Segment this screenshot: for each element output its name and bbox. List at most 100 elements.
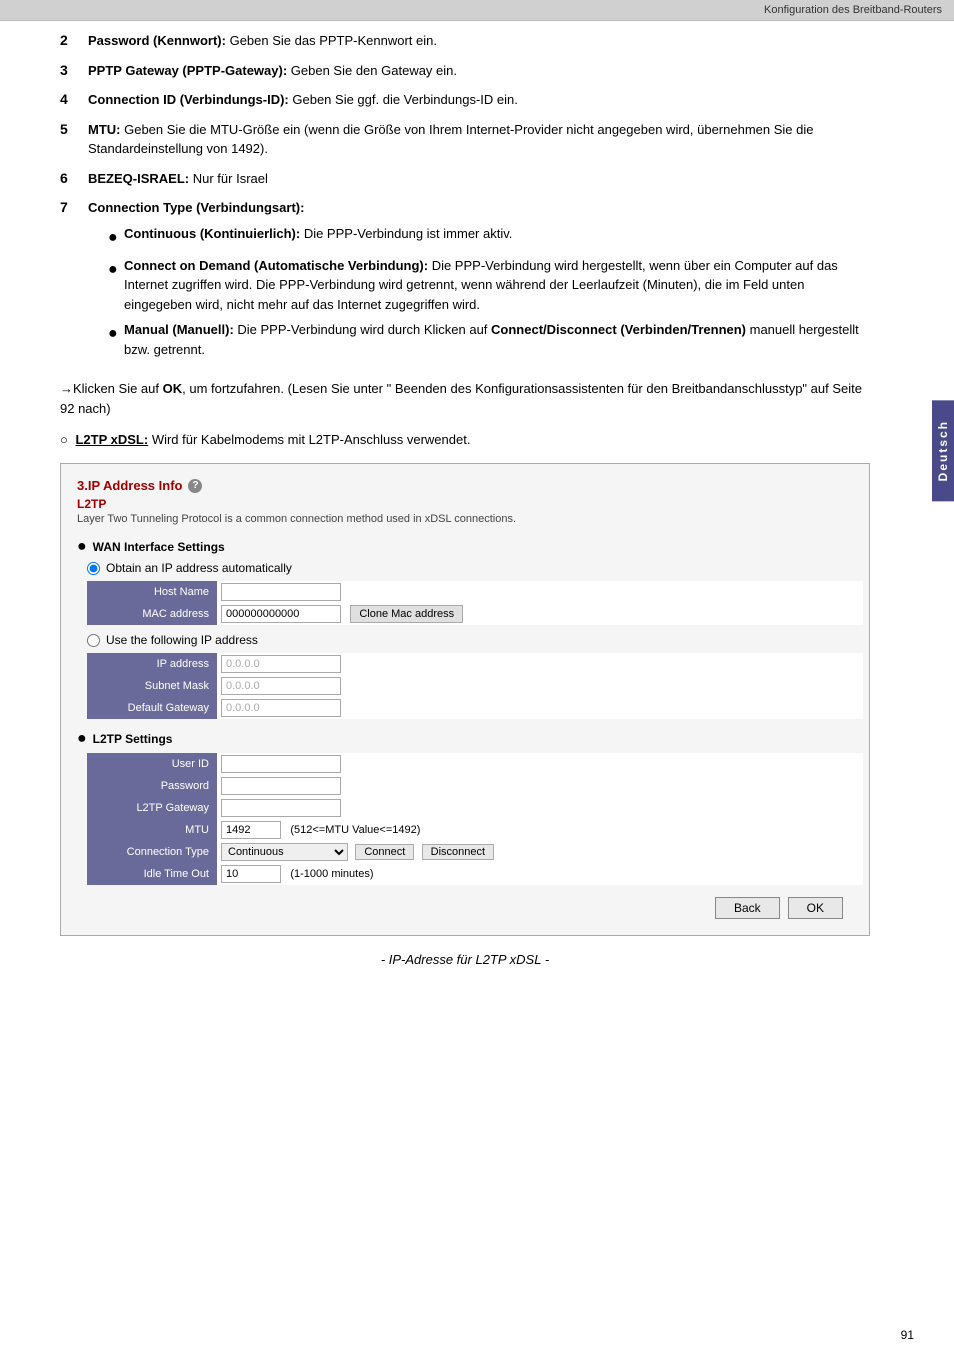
table-row-ip: IP address	[87, 653, 863, 675]
bullet-item-2: ● Connect on Demand (Automatische Verbin…	[108, 256, 870, 315]
connect-button[interactable]: Connect	[355, 844, 414, 860]
item-label-4: Connection ID (Verbindungs-ID):	[88, 92, 289, 107]
item-number-6: 6	[60, 169, 88, 186]
bullet-label-2: Connect on Demand (Automatische Verbindu…	[124, 258, 428, 273]
mtu-input[interactable]	[221, 821, 281, 839]
caption: - IP-Adresse für L2TP xDSL -	[60, 952, 870, 967]
radio-manual[interactable]	[87, 634, 100, 647]
l2tp-gateway-input-cell	[217, 797, 863, 819]
gateway-label: Default Gateway	[87, 697, 217, 719]
l2tp-bullet-icon: ●	[77, 731, 87, 747]
list-item-5: 5 MTU: Geben Sie die MTU-Größe ein (wenn…	[60, 120, 870, 159]
radio-auto-row: Obtain an IP address automatically	[87, 561, 853, 575]
header-bar: Konfiguration des Breitband-Routers	[0, 0, 954, 21]
idle-input[interactable]	[221, 865, 281, 883]
idle-hint: (1-1000 minutes)	[290, 868, 373, 880]
subnet-label: Subnet Mask	[87, 675, 217, 697]
idle-label: Idle Time Out	[87, 863, 217, 885]
connection-type-cell: Continuous Connect on Demand Manual Conn…	[217, 841, 863, 863]
subnet-input[interactable]	[221, 677, 341, 695]
question-icon[interactable]: ?	[188, 479, 202, 493]
clone-mac-button[interactable]: Clone Mac address	[350, 605, 463, 623]
wan-bullet-icon: ●	[77, 539, 87, 555]
item-content-5: MTU: Geben Sie die MTU-Größe ein (wenn d…	[88, 120, 870, 159]
mac-input[interactable]	[221, 605, 341, 623]
item-number-2: 2	[60, 31, 88, 48]
bullet-text-2: Connect on Demand (Automatische Verbindu…	[124, 256, 870, 315]
page-number: 91	[901, 1328, 914, 1342]
item-content-2: Password (Kennwort): Geben Sie das PPTP-…	[88, 31, 870, 51]
bottom-buttons: Back OK	[77, 897, 853, 919]
table-row-mtu: MTU (512<=MTU Value<=1492)	[87, 819, 863, 841]
l2tp-gateway-label: L2TP Gateway	[87, 797, 217, 819]
item-number-5: 5	[60, 120, 88, 137]
item-label-6: BEZEQ-ISRAEL:	[88, 171, 189, 186]
manual-fields-table: IP address Subnet Mask Default Gateway	[87, 653, 863, 719]
item-content-6: BEZEQ-ISRAEL: Nur für Israel	[88, 169, 870, 189]
bullet-dot-1: ●	[108, 226, 124, 250]
ip-input-cell	[217, 653, 863, 675]
ok-button[interactable]: OK	[788, 897, 843, 919]
item-content-7: Connection Type (Verbindungsart): ● Cont…	[88, 198, 870, 365]
password-input[interactable]	[221, 777, 341, 795]
l2tp-gateway-input[interactable]	[221, 799, 341, 817]
list-item-7: 7 Connection Type (Verbindungsart): ● Co…	[60, 198, 870, 365]
table-row-idle: Idle Time Out (1-1000 minutes)	[87, 863, 863, 885]
connection-type-select[interactable]: Continuous Connect on Demand Manual	[221, 843, 348, 861]
l2tp-settings-title: ● L2TP Settings	[77, 731, 853, 747]
password-input-cell	[217, 775, 863, 797]
userid-input[interactable]	[221, 755, 341, 773]
list-item-3: 3 PPTP Gateway (PPTP-Gateway): Geben Sie…	[60, 61, 870, 81]
config-box: 3.IP Address Info ? L2TP Layer Two Tunne…	[60, 463, 870, 936]
item-number-3: 3	[60, 61, 88, 78]
hostname-input-cell	[217, 581, 863, 603]
radio-manual-row: Use the following IP address	[87, 633, 853, 647]
item-label-3: PPTP Gateway (PPTP-Gateway):	[88, 63, 287, 78]
sidebar-tab: Deutsch	[932, 400, 954, 501]
l2tp-fields-table: User ID Password L2TP Gateway	[87, 753, 863, 885]
list-item-2: 2 Password (Kennwort): Geben Sie das PPT…	[60, 31, 870, 51]
back-button[interactable]: Back	[715, 897, 780, 919]
hostname-input[interactable]	[221, 583, 341, 601]
l2tp-heading-line: ○ L2TP xDSL: Wird für Kabelmodems mit L2…	[60, 432, 870, 447]
bullet-dot-3: ●	[108, 322, 124, 346]
gateway-input[interactable]	[221, 699, 341, 717]
bullet-text-1: Continuous (Kontinuierlich): Die PPP-Ver…	[124, 224, 512, 244]
ip-input[interactable]	[221, 655, 341, 673]
item-label-2: Password (Kennwort):	[88, 33, 226, 48]
list-item-4: 4 Connection ID (Verbindungs-ID): Geben …	[60, 90, 870, 110]
userid-input-cell	[217, 753, 863, 775]
mtu-input-cell: (512<=MTU Value<=1492)	[217, 819, 863, 841]
config-section-title: 3.IP Address Info ?	[77, 478, 853, 493]
radio-auto-label: Obtain an IP address automatically	[106, 561, 292, 575]
disconnect-button[interactable]: Disconnect	[422, 844, 494, 860]
item-label-5: MTU:	[88, 122, 121, 137]
hostname-label: Host Name	[87, 581, 217, 603]
mac-input-cell: Clone Mac address	[217, 603, 863, 625]
main-content: 2 Password (Kennwort): Geben Sie das PPT…	[0, 21, 930, 987]
table-row-connection-type: Connection Type Continuous Connect on De…	[87, 841, 863, 863]
arrow-note-bold: OK	[163, 381, 183, 396]
bullet-text-3: Manual (Manuell): Die PPP-Verbindung wir…	[124, 320, 870, 359]
item-content-4: Connection ID (Verbindungs-ID): Geben Si…	[88, 90, 870, 110]
idle-input-cell: (1-1000 minutes)	[217, 863, 863, 885]
radio-auto[interactable]	[87, 562, 100, 575]
table-row-userid: User ID	[87, 753, 863, 775]
bullet-dot-2: ●	[108, 258, 124, 282]
mtu-hint: (512<=MTU Value<=1492)	[290, 824, 420, 836]
l2tp-text: Wird für Kabelmodems mit L2TP-Anschluss …	[148, 432, 470, 447]
wan-settings-section: ● WAN Interface Settings Obtain an IP ad…	[77, 539, 853, 719]
auto-fields-table: Host Name MAC address Clone Mac address	[87, 581, 863, 625]
list-item-6: 6 BEZEQ-ISRAEL: Nur für Israel	[60, 169, 870, 189]
table-row-l2tp-gateway: L2TP Gateway	[87, 797, 863, 819]
l2tp-settings-title-text: L2TP Settings	[93, 732, 173, 746]
item-number-7: 7	[60, 198, 88, 215]
userid-label: User ID	[87, 753, 217, 775]
l2tp-desc: Layer Two Tunneling Protocol is a common…	[77, 513, 853, 525]
table-row-hostname: Host Name	[87, 581, 863, 603]
table-row-mac: MAC address Clone Mac address	[87, 603, 863, 625]
wan-settings-title: ● WAN Interface Settings	[77, 539, 853, 555]
bullet-list: ● Continuous (Kontinuierlich): Die PPP-V…	[108, 224, 870, 360]
circle-o-icon: ○	[60, 432, 68, 447]
table-row-subnet: Subnet Mask	[87, 675, 863, 697]
